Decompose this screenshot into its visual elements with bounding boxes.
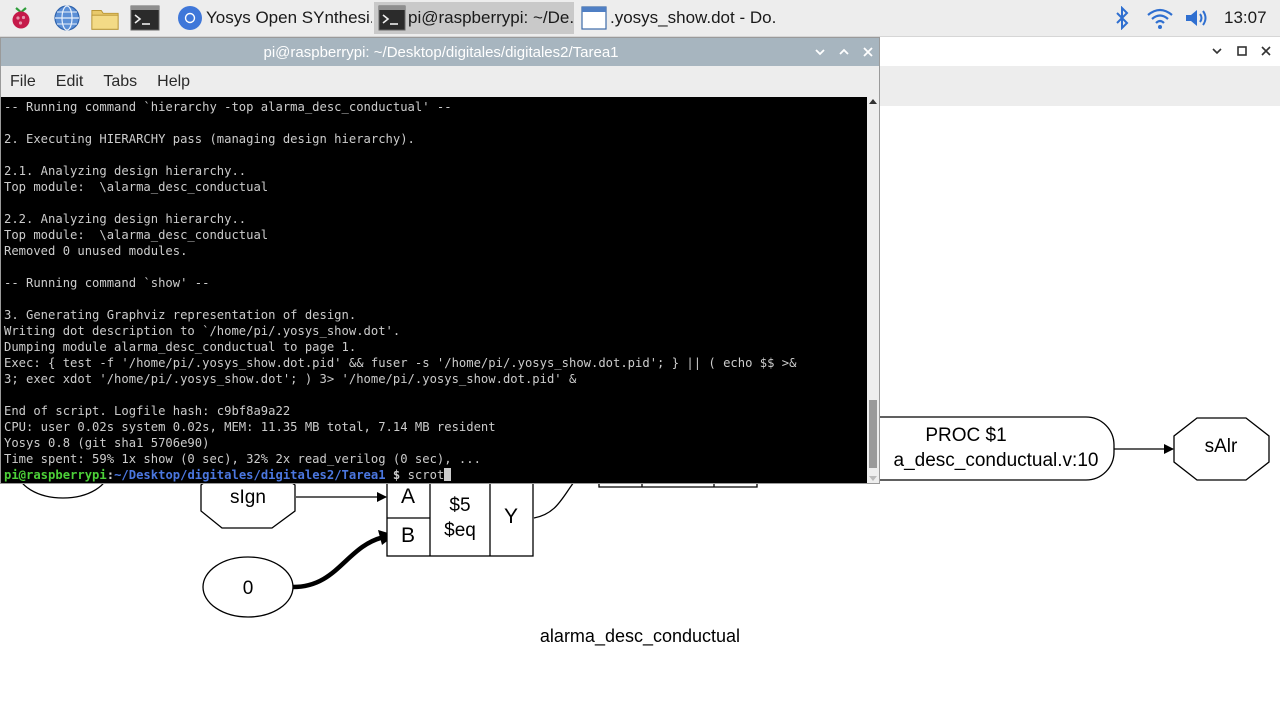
terminal-title-bar[interactable]: pi@raspberrypi: ~/Desktop/digitales/digi… xyxy=(1,38,879,66)
edge-y-out xyxy=(533,481,575,519)
pin-a-label: A xyxy=(401,485,415,508)
terminal-line: End of script. Logfile hash: c9bf8a9a22 xyxy=(4,404,291,418)
terminal-line: Removed 0 unused modules. xyxy=(4,244,188,258)
output-port-salr-label: sAlr xyxy=(1205,436,1238,457)
task-terminal[interactable]: pi@raspberrypi: ~/De... xyxy=(374,2,574,34)
task-label: Yosys Open SYnthesi... xyxy=(206,8,372,27)
terminal-line: Yosys 0.8 (git sha1 5706e90) xyxy=(4,436,210,450)
pin-y-label: Y xyxy=(504,505,518,528)
text-cursor xyxy=(444,468,452,481)
terminal-line: Exec: { test -f '/home/pi/.yosys_show.do… xyxy=(4,356,797,370)
terminal-line: -- Running command `hierarchy -top alarm… xyxy=(4,100,452,114)
terminal-line: 2.2. Analyzing design hierarchy.. xyxy=(4,212,247,226)
edge-const-to-b xyxy=(292,534,385,590)
terminal-line: 2. Executing HIERARCHY pass (managing de… xyxy=(4,132,415,146)
eq-cell[interactable]: A B $5 $eq Y xyxy=(386,476,534,557)
terminal-line: 3. Generating Graphviz representation of… xyxy=(4,308,357,322)
menu-edit[interactable]: Edit xyxy=(47,73,92,91)
proc-title: PROC $1 xyxy=(925,425,1006,446)
clock[interactable]: 13:07 xyxy=(1224,8,1267,28)
chromium-icon xyxy=(176,4,204,32)
module-name-label: alarma_desc_conductual xyxy=(540,626,740,647)
close-icon[interactable] xyxy=(859,43,877,61)
mux-cell-partial[interactable] xyxy=(598,484,758,488)
bluetooth-icon[interactable] xyxy=(1110,4,1134,32)
taskbar: Yosys Open SYnthesi... pi@raspberrypi: ~… xyxy=(0,0,1280,37)
terminal-line: 2.1. Analyzing design hierarchy.. xyxy=(4,164,247,178)
terminal-icon xyxy=(378,4,406,32)
task-label: pi@raspberrypi: ~/De... xyxy=(408,8,574,27)
menu-help[interactable]: Help xyxy=(148,73,198,91)
terminal-output[interactable]: -- Running command `hierarchy -top alarm… xyxy=(1,97,867,483)
prompt-command: scrot xyxy=(407,468,445,482)
const-zero-node[interactable]: 0 xyxy=(202,556,294,618)
raspberry-icon[interactable] xyxy=(6,3,36,33)
prompt-colon: : xyxy=(106,468,115,482)
folder-icon[interactable] xyxy=(90,3,120,33)
pin-b-label: B xyxy=(401,524,415,547)
terminal-icon[interactable] xyxy=(130,3,160,33)
window-title: pi@raspberrypi: ~/Desktop/digitales/digi… xyxy=(263,44,619,61)
task-label: .yosys_show.dot - Do... xyxy=(610,8,776,27)
terminal-line: -- Running command `show' -- xyxy=(4,276,210,290)
terminal-window: pi@raspberrypi: ~/Desktop/digitales/digi… xyxy=(0,37,880,484)
terminal-scrollbar[interactable] xyxy=(867,97,879,483)
input-port-sign-label: sIgn xyxy=(230,487,266,508)
terminal-line: Top module: \alarma_desc_conductual xyxy=(4,228,269,242)
scrollbar-graphics xyxy=(869,99,877,481)
menu-file[interactable]: File xyxy=(1,73,44,91)
output-port-salr[interactable]: sAlr xyxy=(1173,417,1270,481)
cell-id-label: $5 xyxy=(449,495,470,516)
task-yosys-browser[interactable]: Yosys Open SYnthesi... xyxy=(172,2,372,34)
globe-icon[interactable] xyxy=(52,3,82,33)
maximize-icon[interactable] xyxy=(835,43,853,61)
minimize-icon[interactable] xyxy=(811,43,829,61)
proc-source: a_desc_conductual.v:10 xyxy=(894,450,1099,471)
terminal-line: 3; exec xdot '/home/pi/.yosys_show.dot';… xyxy=(4,372,577,386)
terminal-line: Dumping module alarma_desc_conductual to… xyxy=(4,340,357,354)
task-xdot[interactable]: .yosys_show.dot - Do... xyxy=(576,2,776,34)
terminal-menu-bar: File Edit Tabs Help xyxy=(1,66,879,97)
terminal-lines: -- Running command `hierarchy -top alarm… xyxy=(4,99,867,467)
const-zero-label: 0 xyxy=(243,578,254,599)
menu-tabs[interactable]: Tabs xyxy=(94,73,145,91)
prompt-path: ~/Desktop/digitales/digitales2/Tarea1 xyxy=(114,468,386,482)
cell-type-label: $eq xyxy=(444,520,476,541)
terminal-line: Time spent: 59% 1x show (0 sec), 32% 2x … xyxy=(4,452,481,466)
prompt-symbol: $ xyxy=(385,468,408,482)
terminal-line: CPU: user 0.02s system 0.02s, MEM: 11.35… xyxy=(4,420,496,434)
terminal-line: Writing dot description to `/home/pi/.yo… xyxy=(4,324,401,338)
terminal-line: Top module: \alarma_desc_conductual xyxy=(4,180,269,194)
wifi-icon[interactable] xyxy=(1145,4,1175,32)
terminal-prompt[interactable]: pi@raspberrypi:~/Desktop/digitales/digit… xyxy=(4,467,867,483)
prompt-user: pi@raspberrypi xyxy=(4,468,107,482)
volume-icon[interactable] xyxy=(1183,4,1213,32)
window-icon xyxy=(580,4,608,32)
